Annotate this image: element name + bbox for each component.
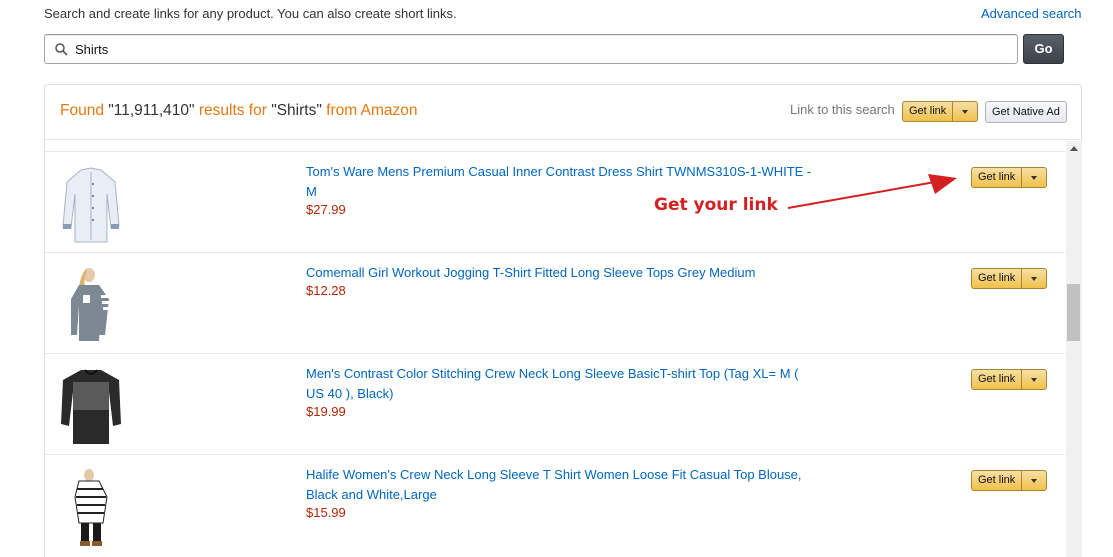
product-image-striped-blouse xyxy=(74,469,108,546)
get-link-label: Get link xyxy=(972,168,1023,187)
get-native-ad-button[interactable]: Get Native Ad xyxy=(985,101,1067,123)
intro-text: Search and create links for any product.… xyxy=(44,6,457,21)
get-link-button[interactable]: Get link xyxy=(971,470,1048,491)
results-for-text: results for xyxy=(194,102,272,119)
go-button[interactable]: Go xyxy=(1023,34,1064,64)
scroll-up-icon[interactable] xyxy=(1070,146,1078,151)
search-input[interactable] xyxy=(75,39,1005,59)
scrollbar-thumb[interactable] xyxy=(1067,284,1080,341)
results-summary: Found "11,911,410" results for "Shirts" … xyxy=(60,102,417,120)
red-arrow-icon xyxy=(787,174,957,209)
annotation-text: Get your link xyxy=(654,195,778,215)
caret-down-icon[interactable] xyxy=(1022,269,1046,288)
get-link-label: Get link xyxy=(972,269,1023,288)
search-get-link-button[interactable]: Get link xyxy=(902,101,979,122)
results-header: Found "11,911,410" results for "Shirts" … xyxy=(45,85,1081,140)
list-item: Men's Contrast Color Stitching Crew Neck… xyxy=(45,353,1065,454)
found-prefix: Found xyxy=(60,102,109,119)
get-link-label: Get link xyxy=(903,102,954,121)
search-icon xyxy=(55,43,68,56)
product-image-grey-top xyxy=(71,268,109,341)
product-title[interactable]: Halife Women's Crew Neck Long Sleeve T S… xyxy=(306,465,816,504)
product-price: $12.28 xyxy=(306,283,346,298)
results-panel: Found "11,911,410" results for "Shirts" … xyxy=(44,84,1082,557)
get-link-label: Get link xyxy=(972,471,1023,490)
product-price: $19.99 xyxy=(306,404,346,419)
product-title[interactable]: Men's Contrast Color Stitching Crew Neck… xyxy=(306,364,816,403)
caret-down-icon[interactable] xyxy=(1022,370,1046,389)
list-item: Halife Women's Crew Neck Long Sleeve T S… xyxy=(45,454,1065,555)
advanced-search-link[interactable]: Advanced search xyxy=(981,6,1081,21)
product-price: $27.99 xyxy=(306,202,346,217)
link-to-search-label: Link to this search xyxy=(790,102,895,117)
product-image-black-tshirt xyxy=(61,369,121,444)
caret-down-icon[interactable] xyxy=(1022,471,1046,490)
get-link-label: Get link xyxy=(972,370,1023,389)
caret-down-icon[interactable] xyxy=(953,102,977,121)
search-query: "Shirts" xyxy=(271,102,322,119)
source-text: from Amazon xyxy=(321,102,418,119)
get-link-button[interactable]: Get link xyxy=(971,268,1048,289)
search-field[interactable] xyxy=(44,34,1018,64)
get-link-button[interactable]: Get link xyxy=(971,369,1048,390)
result-count: "11,911,410" xyxy=(108,102,195,119)
scrollbar[interactable] xyxy=(1066,141,1082,557)
caret-down-icon[interactable] xyxy=(1022,168,1046,187)
product-price: $15.99 xyxy=(306,505,346,520)
product-title[interactable]: Comemall Girl Workout Jogging T-Shirt Fi… xyxy=(306,263,816,283)
list-item: Comemall Girl Workout Jogging T-Shirt Fi… xyxy=(45,252,1065,353)
product-image-white-shirt xyxy=(62,167,120,243)
get-link-button[interactable]: Get link xyxy=(971,167,1048,188)
